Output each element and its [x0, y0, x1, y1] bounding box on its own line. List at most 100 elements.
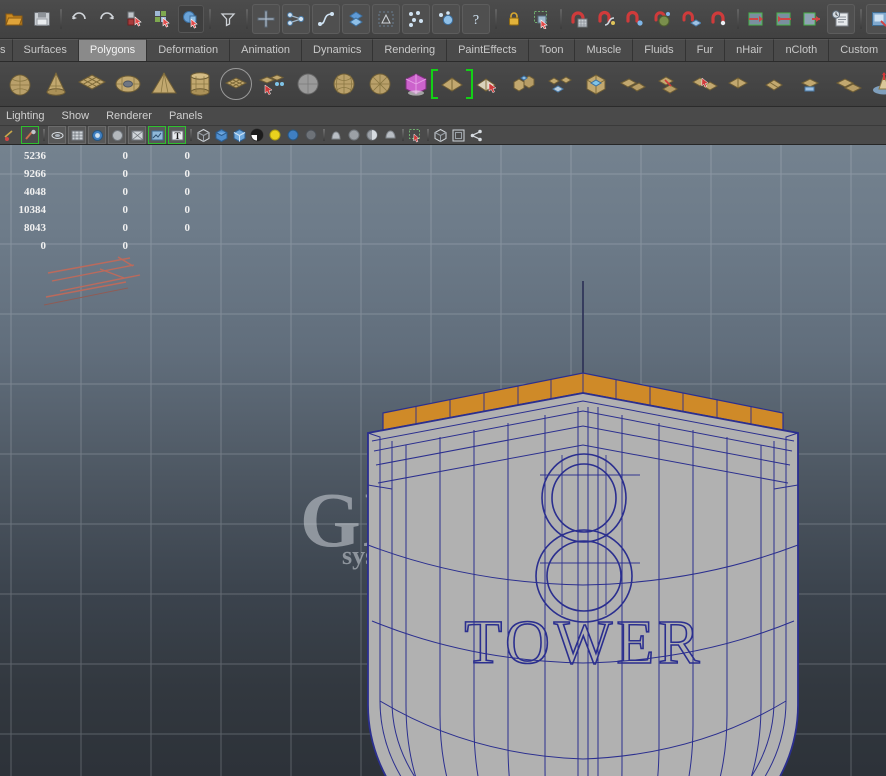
tab-fur[interactable]: Fur [685, 39, 726, 61]
render-region-icon[interactable] [529, 5, 555, 33]
image-plane-icon[interactable] [48, 126, 66, 144]
smooth-icon[interactable] [543, 67, 577, 101]
gate-mask-icon[interactable] [108, 126, 126, 144]
poly-cone-icon[interactable] [39, 67, 73, 101]
panel-menu-panels[interactable]: Panels [169, 110, 203, 122]
snap-grid-icon[interactable] [342, 4, 370, 34]
select-by-hierarchy-icon[interactable] [178, 5, 204, 33]
gamma-icon[interactable] [450, 127, 466, 143]
tower-barrel-model[interactable]: TOWER [0, 145, 886, 776]
poly-platonic-icon[interactable] [363, 67, 397, 101]
insert-edge-loop-icon[interactable] [759, 67, 793, 101]
select-by-component-icon[interactable] [150, 5, 176, 33]
tab-custom[interactable]: Custom [829, 39, 886, 61]
magnet-plane-icon[interactable] [678, 5, 704, 33]
tab-painteffects[interactable]: PaintEffects [447, 39, 529, 61]
panel-menu-lighting[interactable]: Lighting [6, 110, 45, 122]
tab-dynamics[interactable]: Dynamics [302, 39, 374, 61]
separate-icon[interactable] [471, 67, 505, 101]
input-connection-icon[interactable] [743, 5, 769, 33]
poly-prism-icon[interactable] [219, 67, 253, 101]
move-tool-icon[interactable] [252, 4, 280, 34]
perspective-viewport[interactable]: 5236 0 0 9266 0 0 4048 0 0 10384 0 0 804… [0, 145, 886, 776]
append-polygon-icon[interactable] [687, 67, 721, 101]
magnet-globe-icon[interactable] [650, 5, 676, 33]
extrude-icon[interactable] [579, 67, 613, 101]
sculpt-geometry-icon[interactable] [399, 67, 433, 101]
sculpt-deform-icon[interactable] [867, 67, 886, 101]
panel-menu-show[interactable]: Show [62, 110, 90, 122]
poly-pipe-icon[interactable] [255, 67, 289, 101]
poly-sphere-icon[interactable] [3, 67, 37, 101]
snap-projection-icon[interactable] [372, 4, 400, 34]
tab-fluids[interactable]: Fluids [633, 39, 686, 61]
smooth-shade-textured-icon[interactable] [231, 127, 247, 143]
lock-camera-icon[interactable] [21, 126, 39, 144]
bridge-icon[interactable] [651, 67, 685, 101]
poly-plane-icon[interactable] [75, 67, 109, 101]
duplicate-face-icon[interactable] [831, 67, 865, 101]
magnet-view-icon[interactable] [706, 5, 732, 33]
open-scene-icon[interactable] [1, 5, 27, 33]
snap-curve-icon[interactable] [312, 4, 340, 34]
tab-animation[interactable]: Animation [230, 39, 303, 61]
use-all-lights-icon[interactable] [285, 127, 301, 143]
poly-soccer-icon[interactable] [327, 67, 361, 101]
snap-view-plane-icon[interactable] [402, 4, 430, 34]
make-live-icon[interactable] [432, 4, 460, 34]
field-chart-icon[interactable] [128, 126, 146, 144]
poly-torus-icon[interactable] [111, 67, 145, 101]
smooth-preview-icon[interactable] [382, 127, 398, 143]
curve-point-icon[interactable] [282, 4, 310, 34]
view-transform-icon[interactable] [468, 127, 484, 143]
split-polygon-icon[interactable] [723, 67, 757, 101]
select-by-object-icon[interactable] [122, 5, 148, 33]
poly-cylinder-icon[interactable] [183, 67, 217, 101]
tab-surfaces-clipped[interactable]: s [0, 39, 13, 61]
tab-toon[interactable]: Toon [528, 39, 576, 61]
magnet-curve-icon[interactable] [594, 5, 620, 33]
tab-ncloth[interactable]: nCloth [774, 39, 830, 61]
attribute-editor-icon[interactable] [827, 4, 855, 34]
exposure-icon[interactable] [432, 127, 448, 143]
help-icon[interactable]: ? [462, 4, 490, 34]
select-camera-icon[interactable] [3, 127, 19, 143]
redo-icon[interactable] [94, 5, 120, 33]
output-connection-out-icon[interactable] [799, 5, 825, 33]
magnet-grid-icon[interactable] [566, 5, 592, 33]
smooth-shade-all-icon[interactable] [213, 127, 229, 143]
snap-filter-icon[interactable] [215, 5, 241, 33]
combine-icon[interactable] [431, 67, 473, 101]
magnet-point-icon[interactable] [622, 5, 648, 33]
xray-active-icon[interactable] [364, 127, 380, 143]
shadows-icon[interactable] [303, 127, 319, 143]
tab-surfaces[interactable]: Surfaces [12, 39, 79, 61]
undo-icon[interactable] [66, 5, 92, 33]
wireframe-shading-icon[interactable] [195, 127, 211, 143]
xray-joints-icon[interactable] [346, 127, 362, 143]
booleans-icon[interactable] [507, 67, 541, 101]
tab-nhair[interactable]: nHair [725, 39, 775, 61]
panel-icon-bar: T [0, 126, 886, 145]
use-default-light-icon[interactable] [267, 127, 283, 143]
poly-helix-icon[interactable] [291, 67, 325, 101]
tab-rendering[interactable]: Rendering [373, 39, 448, 61]
panel-menu-renderer[interactable]: Renderer [106, 110, 152, 122]
poly-pyramid-icon[interactable] [147, 67, 181, 101]
resolution-gate-icon[interactable] [88, 126, 106, 144]
isolate-select-icon[interactable] [407, 127, 423, 143]
bevel-icon[interactable] [615, 67, 649, 101]
xray-icon[interactable] [328, 127, 344, 143]
render-current-frame-icon[interactable] [866, 4, 886, 34]
offset-edge-loop-icon[interactable] [795, 67, 829, 101]
output-connection-in-icon[interactable] [771, 5, 797, 33]
save-scene-icon[interactable] [29, 5, 55, 33]
tab-deformation[interactable]: Deformation [147, 39, 231, 61]
safe-action-icon[interactable] [148, 126, 166, 144]
film-gate-icon[interactable] [68, 126, 86, 144]
tab-polygons[interactable]: Polygons [78, 39, 148, 61]
lock-icon[interactable] [501, 5, 527, 33]
tab-muscle[interactable]: Muscle [575, 39, 634, 61]
safe-title-icon[interactable]: T [168, 126, 186, 144]
wireframe-on-shaded-icon[interactable] [249, 127, 265, 143]
